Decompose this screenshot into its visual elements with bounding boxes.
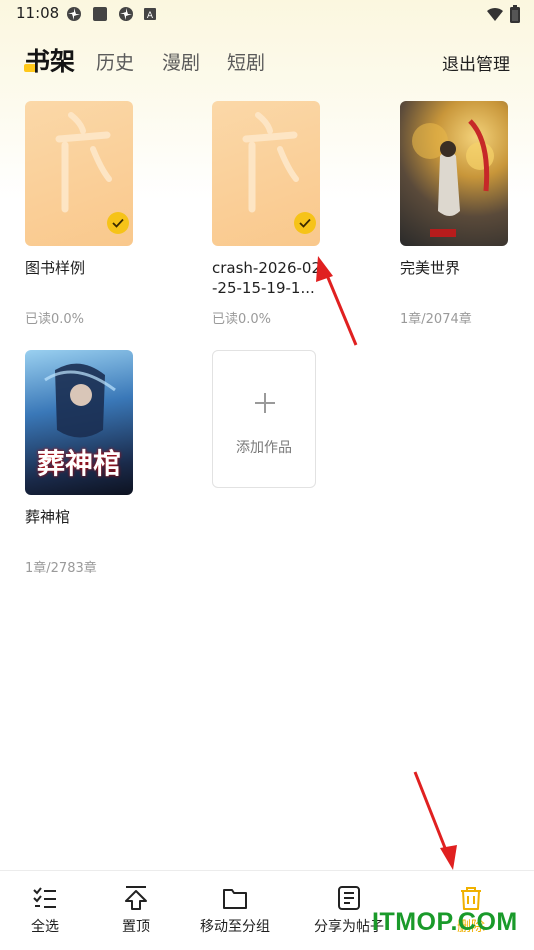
book-cover[interactable] bbox=[25, 101, 133, 246]
tab-comic-drama[interactable]: 漫剧 bbox=[162, 48, 200, 75]
book-progress: 1章/2783章 bbox=[25, 561, 97, 576]
pin-top-icon bbox=[125, 886, 147, 910]
tab-bar: 书架 历史 漫剧 短剧 退出管理 bbox=[0, 40, 534, 80]
selected-check-icon[interactable] bbox=[107, 212, 129, 234]
svg-text:A: A bbox=[147, 11, 154, 20]
tab-history[interactable]: 历史 bbox=[96, 48, 134, 75]
folder-icon bbox=[223, 889, 247, 909]
status-time: 11:08 bbox=[16, 4, 60, 22]
book-cover[interactable]: 葬神棺 bbox=[25, 350, 133, 495]
wifi-icon bbox=[487, 7, 503, 21]
book-cover[interactable] bbox=[212, 101, 320, 246]
exit-manage-button[interactable]: 退出管理 bbox=[442, 50, 510, 75]
selected-check-icon[interactable] bbox=[294, 212, 316, 234]
default-cover-glyph-icon bbox=[55, 112, 112, 213]
move-to-group-button[interactable]: 移动至分组 bbox=[185, 885, 285, 936]
book-item[interactable]: 葬神棺 葬神棺 1章/2783章 bbox=[25, 350, 145, 576]
book-item[interactable]: 图书样例 已读0.0% bbox=[25, 101, 145, 327]
book-title: 葬神棺 bbox=[25, 508, 71, 526]
cover-title-text: 葬神棺 bbox=[36, 447, 121, 480]
tab-short-drama[interactable]: 短剧 bbox=[227, 48, 265, 75]
font-a-icon: A bbox=[144, 8, 156, 20]
add-book-card[interactable]: 添加作品 bbox=[212, 350, 316, 488]
select-all-button[interactable]: 全选 bbox=[0, 885, 95, 936]
book-progress: 已读0.0% bbox=[25, 312, 85, 327]
book-cover[interactable] bbox=[400, 101, 508, 246]
arrow-to-delete-icon bbox=[413, 771, 457, 870]
document-icon bbox=[338, 886, 360, 910]
default-cover-glyph-icon bbox=[242, 112, 299, 213]
book-item[interactable]: crash-2026-02-25-15-19-1... 已读0.0% bbox=[212, 101, 332, 327]
cover-art-figure-icon bbox=[412, 119, 494, 237]
pin-top-button[interactable]: 置顶 bbox=[86, 885, 186, 936]
book-title: 完美世界 bbox=[400, 259, 461, 277]
book-item[interactable]: 完美世界 1章/2074章 bbox=[400, 101, 520, 327]
square-app-icon bbox=[93, 7, 107, 21]
battery-icon bbox=[510, 5, 520, 23]
select-all-label: 全选 bbox=[31, 919, 59, 935]
move-to-group-label: 移动至分组 bbox=[200, 919, 270, 935]
pinwheel-icon bbox=[67, 7, 81, 21]
pin-top-label: 置顶 bbox=[122, 919, 150, 935]
book-title: crash-2026-02-25-15-19-1... bbox=[212, 259, 322, 297]
status-bar: 11:08 A bbox=[0, 0, 534, 28]
plus-icon bbox=[255, 393, 275, 413]
book-progress: 已读0.0% bbox=[212, 312, 272, 327]
tab-bookshelf[interactable]: 书架 bbox=[25, 42, 75, 78]
checklist-icon bbox=[33, 887, 56, 908]
book-title: 图书样例 bbox=[25, 259, 86, 277]
book-progress: 1章/2074章 bbox=[400, 312, 472, 327]
add-book-label: 添加作品 bbox=[236, 440, 292, 456]
pinwheel-icon-2 bbox=[119, 7, 133, 21]
watermark-text: ITMOP.COM bbox=[372, 908, 518, 936]
